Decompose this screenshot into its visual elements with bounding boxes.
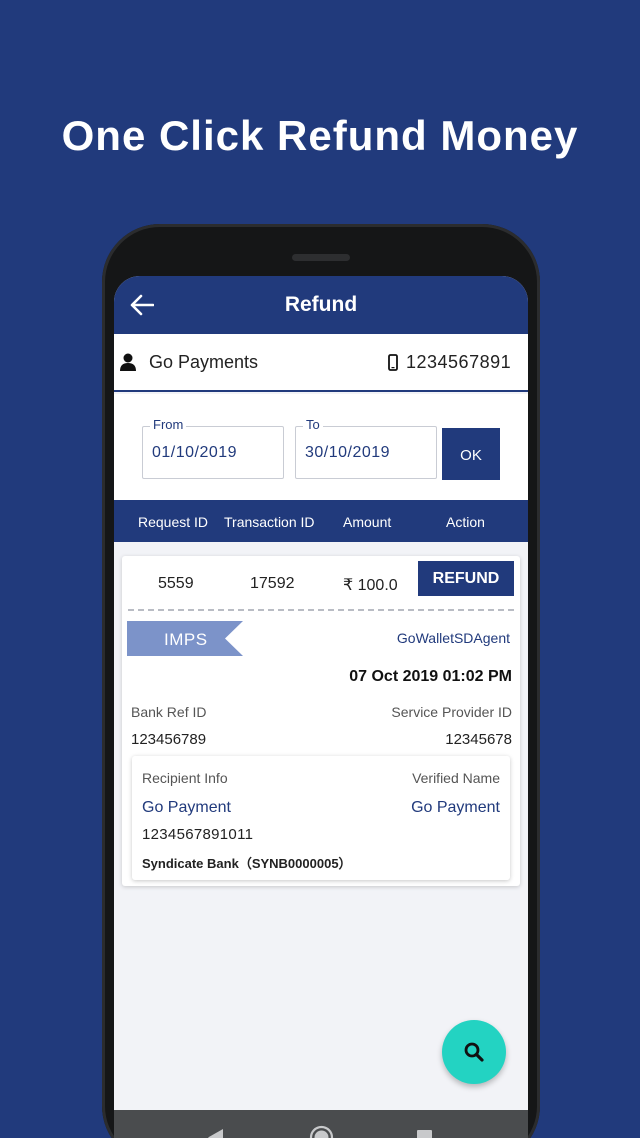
- dashed-divider: [128, 609, 514, 611]
- agent-name: GoWalletSDAgent: [396, 630, 510, 646]
- payment-mode: IMPS: [164, 630, 208, 649]
- request-id-value: 5559: [158, 575, 194, 592]
- to-date-field[interactable]: To 30/10/2019: [295, 417, 437, 479]
- transaction-datetime: 07 Oct 2019 01:02 PM: [349, 668, 512, 685]
- app-bar: Refund: [114, 276, 528, 334]
- service-provider-label: Service Provider ID: [391, 704, 512, 720]
- ok-button[interactable]: OK: [442, 428, 500, 480]
- mobile-phone-icon: [388, 354, 398, 371]
- from-date-label: From: [150, 417, 187, 432]
- transaction-card: 5559 17592 ₹ 100.0 REFUND IMPS GoWalletS…: [122, 556, 520, 886]
- page-title: Refund: [284, 293, 358, 316]
- header-request-id: Request ID: [138, 514, 209, 530]
- verified-name-label: Verified Name: [412, 770, 500, 786]
- merchant-info-bar: Go Payments 1234567891: [114, 334, 528, 392]
- to-date-label: To: [303, 417, 323, 432]
- bank-ref-value: 123456789: [131, 731, 207, 748]
- from-date-field[interactable]: From 01/10/2019: [142, 417, 284, 479]
- android-nav-bar: [114, 1110, 528, 1138]
- account-number: 1234567891011: [142, 826, 254, 843]
- phone-speaker: [292, 254, 350, 261]
- header-transaction-id: Transaction ID: [224, 514, 315, 530]
- nav-back-icon[interactable]: [208, 1129, 224, 1138]
- from-date-value: 01/10/2019: [152, 444, 238, 461]
- amount-value: ₹ 100.0: [343, 577, 398, 594]
- nav-home-icon[interactable]: [309, 1125, 334, 1138]
- table-header: Request ID Transaction ID Amount Action: [114, 500, 528, 542]
- verified-name: Go Payment: [411, 799, 500, 816]
- recipient-label: Recipient Info: [142, 770, 228, 786]
- search-fab-button[interactable]: [442, 1020, 506, 1084]
- promo-title: One Click Refund Money: [61, 112, 579, 159]
- merchant-name: Go Payments: [149, 352, 259, 372]
- bank-ref-label: Bank Ref ID: [131, 704, 207, 720]
- phone-frame: Refund Go Payments 1234567891 From 01/10…: [102, 224, 540, 1138]
- recipient-name: Go Payment: [142, 799, 231, 816]
- app-screen: Refund Go Payments 1234567891 From 01/10…: [114, 276, 528, 1138]
- to-date-value: 30/10/2019: [305, 444, 391, 461]
- user-icon: [120, 353, 136, 371]
- date-filter-panel: From 01/10/2019 To 30/10/2019 OK: [114, 394, 528, 500]
- refund-button[interactable]: REFUND: [418, 561, 514, 596]
- merchant-mobile: 1234567891: [406, 352, 512, 372]
- nav-recents-icon[interactable]: [417, 1130, 432, 1138]
- bank-name: Syndicate Bank（SYNB0000005）: [142, 856, 352, 871]
- header-action: Action: [446, 514, 485, 530]
- recipient-info-box: Recipient Info Verified Name Go Payment …: [132, 756, 510, 880]
- service-provider-value: 12345678: [445, 731, 512, 748]
- header-amount: Amount: [343, 514, 392, 530]
- search-icon: [464, 1042, 484, 1062]
- transaction-id-value: 17592: [250, 575, 295, 592]
